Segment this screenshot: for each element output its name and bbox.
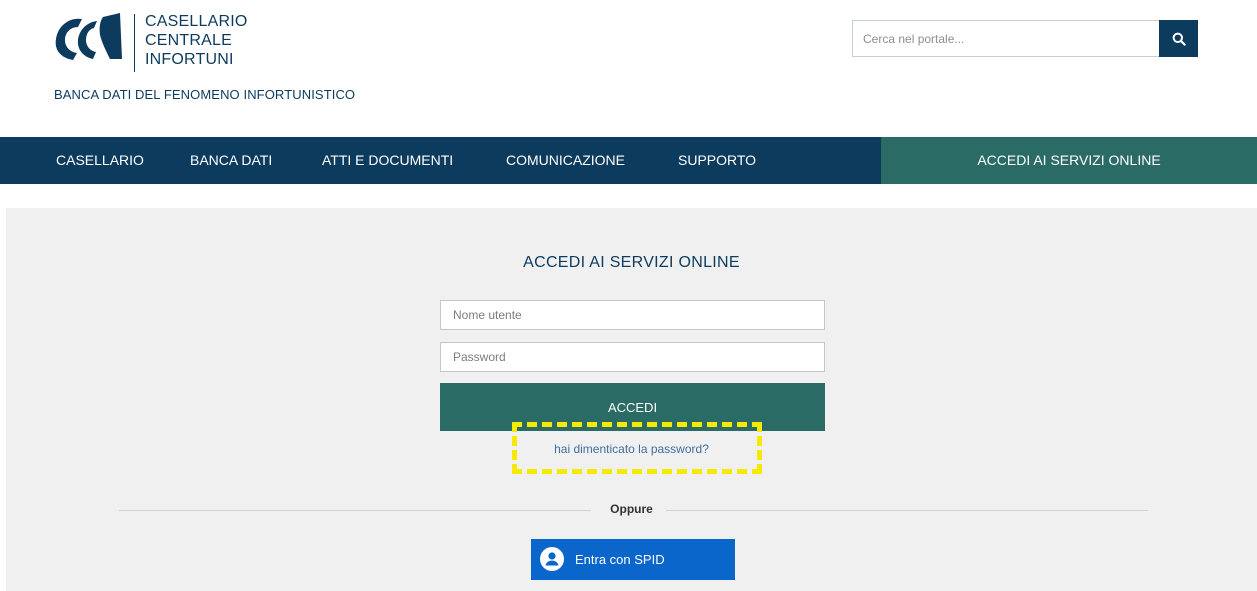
- nav-item-casellario[interactable]: CASELLARIO: [56, 137, 144, 184]
- nav-item-atti-e-documenti[interactable]: ATTI E DOCUMENTI: [322, 137, 453, 184]
- logo-line-1: CASELLARIO: [145, 13, 248, 30]
- user-icon: [540, 547, 564, 571]
- search-button[interactable]: [1159, 20, 1198, 57]
- nav-item-comunicazione[interactable]: COMUNICAZIONE: [506, 137, 625, 184]
- nav-accedi-servizi-online[interactable]: ACCEDI AI SERVIZI ONLINE: [881, 137, 1257, 184]
- password-field[interactable]: [440, 342, 825, 372]
- nav-item-banca-dati[interactable]: BANCA DATI: [190, 137, 272, 184]
- spid-login-button[interactable]: Entra con SPID: [531, 539, 735, 580]
- forgot-password-text[interactable]: hai dimenticato la password?: [554, 442, 709, 456]
- accedi-button[interactable]: ACCEDI: [440, 383, 825, 431]
- logo-divider: [134, 14, 135, 72]
- spid-label: Entra con SPID: [575, 552, 665, 567]
- logo-line-2: CENTRALE: [145, 32, 232, 49]
- cci-logo-icon[interactable]: [48, 13, 126, 61]
- site-header: CASELLARIO CENTRALE INFORTUNI BANCA DATI…: [0, 0, 1257, 136]
- main-nav: CASELLARIO BANCA DATI ATTI E DOCUMENTI C…: [0, 137, 1257, 184]
- search-icon: [1172, 32, 1186, 46]
- search-input[interactable]: [852, 20, 1159, 57]
- separator-label: Oppure: [610, 502, 653, 516]
- forgot-password-link: hai dimenticato la password?: [6, 442, 1257, 456]
- search-box: [852, 20, 1198, 57]
- logo-text[interactable]: CASELLARIO CENTRALE INFORTUNI: [145, 12, 247, 69]
- username-field[interactable]: [440, 300, 825, 330]
- nav-item-supporto[interactable]: SUPPORTO: [678, 137, 756, 184]
- logo-line-3: INFORTUNI: [145, 51, 234, 68]
- login-title: ACCEDI AI SERVIZI ONLINE: [523, 254, 740, 271]
- site-tagline: BANCA DATI DEL FENOMENO INFORTUNISTICO: [54, 87, 356, 102]
- login-panel: ACCEDI AI SERVIZI ONLINE ACCEDI hai dime…: [6, 208, 1257, 591]
